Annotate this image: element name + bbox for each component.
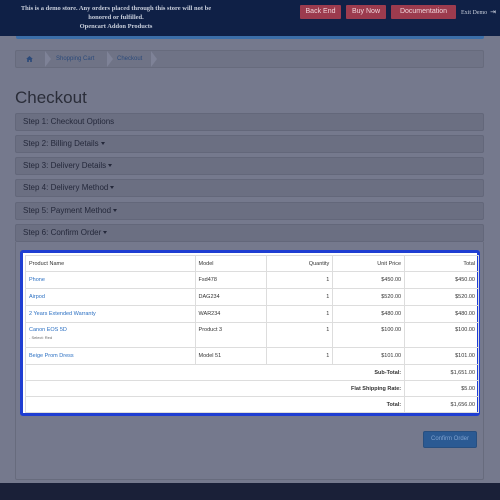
- page-title: Checkout: [15, 88, 87, 107]
- breadcrumb-separator: [45, 51, 53, 67]
- step-label: Step 4: Delivery Method: [23, 180, 115, 196]
- breadcrumb-checkout[interactable]: Checkout: [117, 51, 142, 67]
- breadcrumb-shopping-cart[interactable]: Shopping Cart: [56, 51, 94, 67]
- col-model: Model: [194, 255, 268, 272]
- unit-price-cell: $450.00: [332, 271, 406, 289]
- footer: [0, 483, 500, 500]
- shipping-row: Flat Shipping Rate: $5.00: [24, 380, 479, 397]
- table-row: Phone Fsd478 1 $450.00 $450.00: [25, 271, 479, 289]
- caret-down-icon: [110, 186, 115, 190]
- unit-price-cell: $100.00: [332, 322, 406, 348]
- step-label: Step 3: Delivery Details: [23, 158, 113, 174]
- col-unit-price: Unit Price: [332, 255, 406, 272]
- step-delivery-details[interactable]: Step 3: Delivery Details: [15, 157, 484, 175]
- order-table: Product Name Model Quantity Unit Price T…: [24, 255, 479, 413]
- breadcrumb-separator: [151, 51, 159, 67]
- shipping-value: $5.00: [404, 380, 479, 397]
- total-value: $1,656.00: [404, 396, 479, 413]
- step-checkout-options[interactable]: Step 1: Checkout Options: [15, 113, 484, 131]
- step-label: Step 5: Payment Method: [23, 203, 118, 219]
- product-link[interactable]: 2 Years Extended Warranty: [29, 311, 96, 317]
- product-link[interactable]: Canon EOS 5D: [29, 327, 67, 333]
- exit-demo-link[interactable]: Exit Demo ⇥: [461, 6, 496, 19]
- subtotal-label: Sub-Total:: [24, 364, 406, 381]
- order-table-highlight: Product Name Model Quantity Unit Price T…: [20, 250, 480, 416]
- model-cell: Fsd478: [194, 271, 268, 289]
- total-cell: $101.00: [404, 347, 479, 365]
- breadcrumb: Shopping Cart Checkout: [15, 50, 484, 68]
- back-end-button[interactable]: Back End: [300, 5, 341, 19]
- total-row: Total: $1,656.00: [24, 396, 479, 413]
- col-total: Total: [404, 255, 479, 272]
- model-cell: Product 3: [194, 322, 268, 348]
- demo-notice-line: Opencart Addon Products: [79, 23, 153, 30]
- confirm-order-button[interactable]: Confirm Order: [423, 431, 477, 448]
- total-cell: $100.00: [404, 322, 479, 348]
- unit-price-cell: $520.00: [332, 288, 406, 306]
- step-confirm-order[interactable]: Step 6: Confirm Order: [15, 224, 484, 242]
- col-product-name: Product Name: [25, 255, 196, 272]
- total-cell: $520.00: [404, 288, 479, 306]
- demo-notice-line: This is a demo store. Any orders placed …: [20, 5, 212, 12]
- product-option: - Select: Red: [29, 335, 53, 340]
- buy-now-button[interactable]: Buy Now: [346, 5, 386, 19]
- step-label: Step 1: Checkout Options: [23, 117, 115, 126]
- table-row: Airpod DAG234 1 $520.00 $520.00: [25, 288, 479, 306]
- quantity-cell: 1: [266, 271, 334, 289]
- shipping-label: Flat Shipping Rate:: [24, 380, 406, 397]
- exit-demo-label: Exit Demo: [461, 10, 488, 16]
- model-cell: DAG234: [194, 288, 268, 306]
- model-cell: Model 51: [194, 347, 268, 365]
- step-payment-method[interactable]: Step 5: Payment Method: [15, 202, 484, 220]
- step-label: Step 2: Billing Details: [23, 136, 105, 152]
- total-cell: $480.00: [404, 305, 479, 323]
- caret-down-icon: [100, 142, 105, 146]
- exit-icon: ⇥: [490, 8, 497, 16]
- subtotal-value: $1,651.00: [404, 364, 479, 381]
- step-delivery-method[interactable]: Step 4: Delivery Method: [15, 179, 484, 197]
- total-label: Total:: [24, 396, 406, 413]
- demo-notice-line: honored or fulfilled.: [88, 14, 144, 21]
- table-row: Beige Prom Dress Model 51 1 $101.00 $101…: [25, 347, 479, 365]
- step-billing-details[interactable]: Step 2: Billing Details: [15, 135, 484, 153]
- table-row: 2 Years Extended Warranty WAR234 1 $480.…: [25, 305, 479, 323]
- caret-down-icon: [113, 209, 118, 213]
- model-cell: WAR234: [194, 305, 268, 323]
- product-link[interactable]: Airpod: [29, 294, 45, 300]
- step-label: Step 6: Confirm Order: [23, 225, 108, 241]
- breadcrumb-separator: [107, 51, 115, 67]
- quantity-cell: 1: [266, 305, 334, 323]
- subtotal-row: Sub-Total: $1,651.00: [24, 364, 479, 381]
- documentation-button[interactable]: Documentation: [391, 5, 456, 19]
- table-row: Canon EOS 5D - Select: Red Product 3 1 $…: [25, 322, 479, 348]
- quantity-cell: 1: [266, 322, 334, 348]
- product-link[interactable]: Beige Prom Dress: [29, 353, 74, 359]
- menu-bar-edge: [16, 36, 484, 39]
- unit-price-cell: $101.00: [332, 347, 406, 365]
- demo-banner: This is a demo store. Any orders placed …: [0, 0, 500, 36]
- demo-notice: This is a demo store. Any orders placed …: [0, 4, 232, 31]
- total-cell: $450.00: [404, 271, 479, 289]
- product-link[interactable]: Phone: [29, 277, 45, 283]
- quantity-cell: 1: [266, 347, 334, 365]
- unit-price-cell: $480.00: [332, 305, 406, 323]
- col-quantity: Quantity: [266, 255, 334, 272]
- caret-down-icon: [108, 164, 113, 168]
- quantity-cell: 1: [266, 288, 334, 306]
- home-icon[interactable]: [26, 56, 33, 62]
- caret-down-icon: [103, 231, 108, 235]
